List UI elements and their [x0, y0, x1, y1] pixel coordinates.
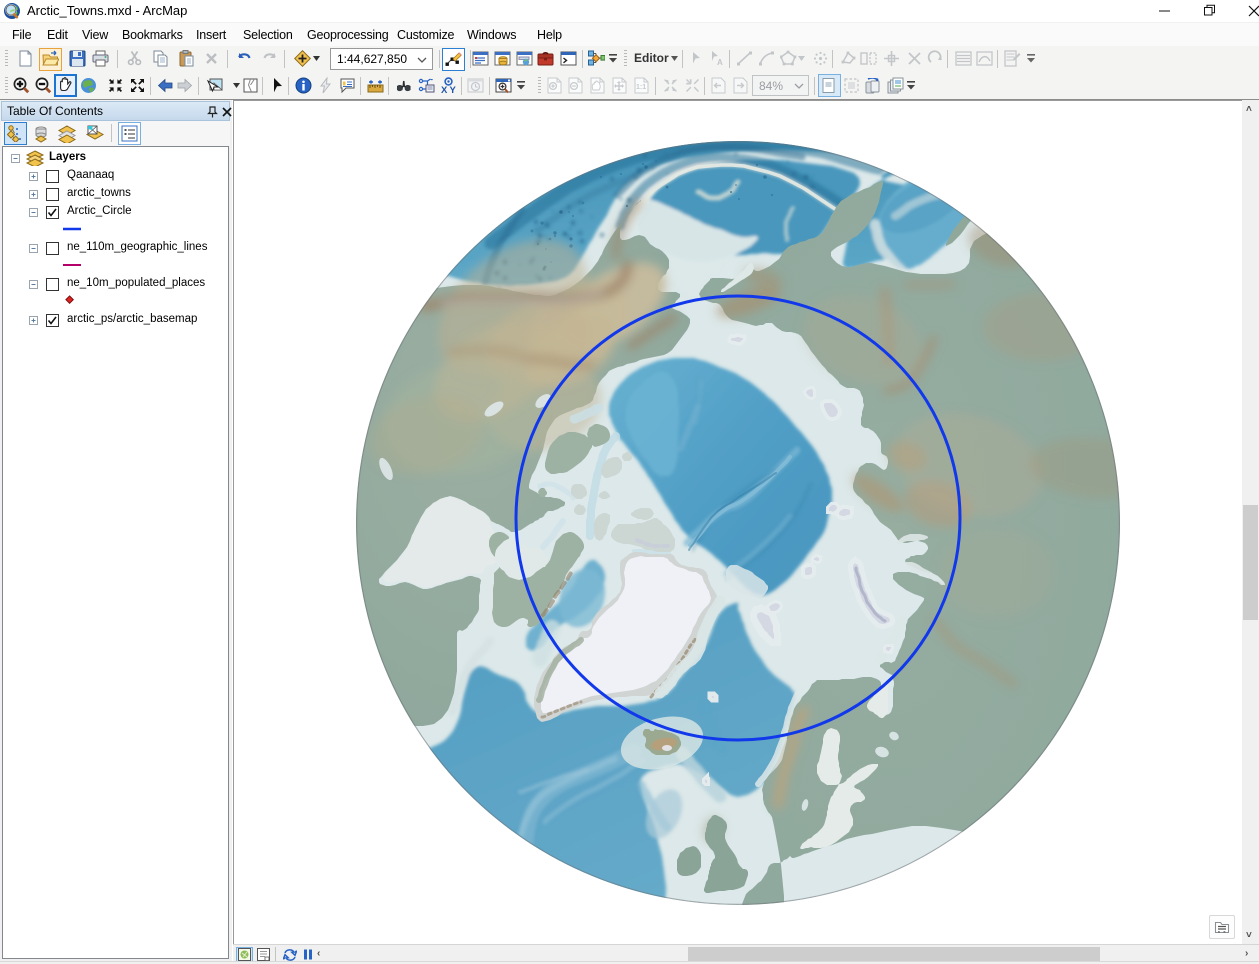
svg-text:Y: Y	[450, 85, 457, 94]
svg-text:A: A	[717, 58, 723, 67]
svg-text:1:1: 1:1	[636, 84, 646, 91]
svg-text:X: X	[441, 85, 448, 94]
